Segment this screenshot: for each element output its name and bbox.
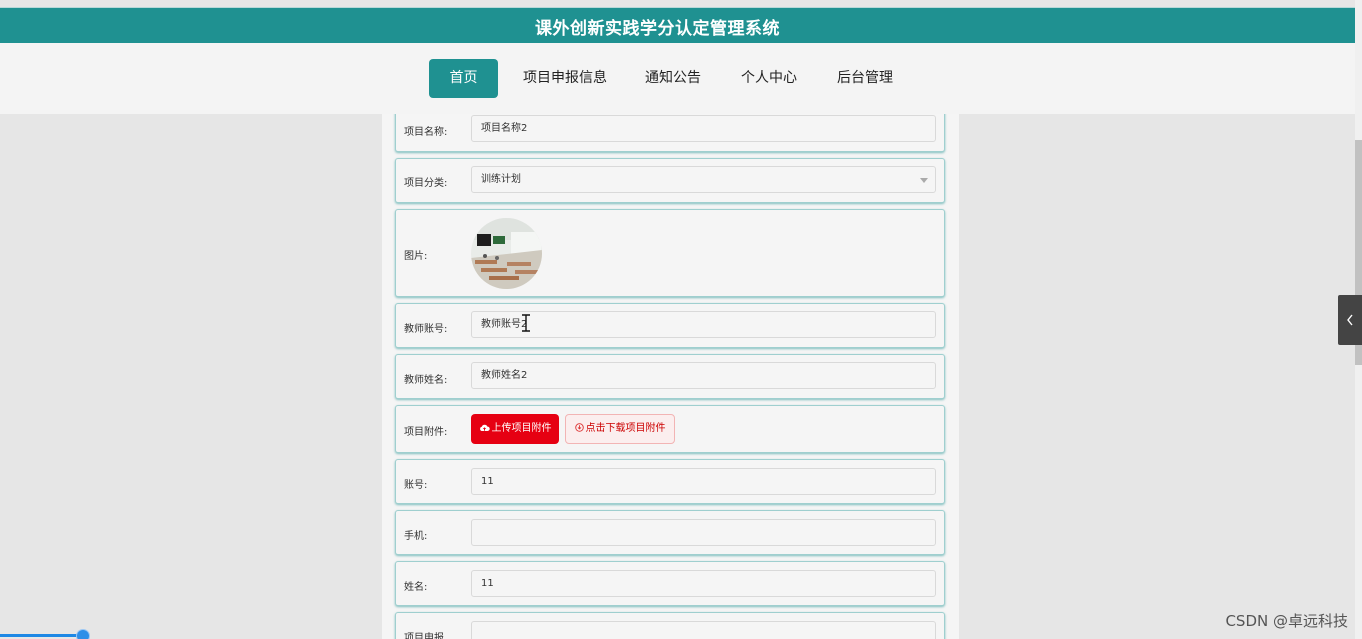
project-form: 项目名称: 项目名称2 项目分类: 训练计划 图片: 教师账号: 教师账号2 教… [382, 114, 959, 639]
page: 课外创新实践学分认定管理系统 首页 项目申报信息 通知公告 个人中心 后台管理 … [0, 0, 1362, 639]
nav-project-report[interactable]: 项目申报信息 [523, 59, 607, 98]
name-input[interactable]: 11 [471, 570, 936, 597]
form-row-image: 图片: [395, 209, 945, 297]
image-label: 图片: [404, 251, 428, 262]
form-row-phone: 手机: [395, 510, 945, 555]
form-row-attachment: 项目附件: 上传项目附件 点击下载项目附件 [395, 405, 945, 453]
progress-handle[interactable] [76, 629, 90, 639]
nav-admin[interactable]: 后台管理 [837, 59, 893, 98]
app-header: 课外创新实践学分认定管理系统 [0, 7, 1355, 44]
teacher-account-label: 教师账号: [404, 324, 448, 335]
form-row-account: 账号: 11 [395, 459, 945, 504]
chevron-down-icon [920, 178, 928, 183]
project-category-value: 训练计划 [481, 174, 521, 185]
nav-personal-center[interactable]: 个人中心 [741, 59, 797, 98]
name-label: 姓名: [404, 582, 428, 593]
project-name-label: 项目名称: [404, 127, 448, 138]
download-icon [574, 423, 584, 432]
main-nav: 首页 项目申报信息 通知公告 个人中心 后台管理 [0, 43, 1355, 114]
attachment-label: 项目附件: [404, 427, 448, 438]
account-input[interactable]: 11 [471, 468, 936, 495]
form-row-teacher-account: 教师账号: 教师账号2 [395, 303, 945, 348]
phone-input[interactable] [471, 519, 936, 546]
nav-notice[interactable]: 通知公告 [645, 59, 701, 98]
project-category-label: 项目分类: [404, 178, 448, 189]
teacher-account-input[interactable]: 教师账号2 [471, 311, 936, 338]
project-image[interactable] [471, 218, 542, 289]
form-row-project-name: 项目名称: 项目名称2 [395, 114, 945, 152]
teacher-name-label: 教师姓名: [404, 375, 448, 386]
account-label: 账号: [404, 480, 428, 491]
download-attachment-button[interactable]: 点击下载项目附件 [565, 414, 675, 444]
cloud-upload-icon [479, 424, 490, 431]
progress-bar [0, 634, 84, 637]
form-row-name: 姓名: 11 [395, 561, 945, 606]
watermark: CSDN @卓远科技 [1225, 612, 1348, 630]
download-attachment-label: 点击下载项目附件 [585, 423, 666, 434]
project-category-select[interactable]: 训练计划 [471, 166, 936, 193]
chevron-left-icon [1347, 314, 1353, 326]
app-title: 课外创新实践学分认定管理系统 [535, 18, 780, 39]
upload-attachment-label: 上传项目附件 [491, 423, 552, 434]
teacher-name-input[interactable]: 教师姓名2 [471, 362, 936, 389]
project-report-input[interactable] [471, 621, 936, 639]
side-panel-toggle[interactable] [1338, 295, 1362, 345]
classroom-photo-icon [471, 218, 542, 289]
text-cursor-icon [522, 314, 530, 332]
form-row-teacher-name: 教师姓名: 教师姓名2 [395, 354, 945, 399]
project-name-input[interactable]: 项目名称2 [471, 115, 936, 142]
form-row-project-category: 项目分类: 训练计划 [395, 158, 945, 203]
phone-label: 手机: [404, 531, 428, 542]
form-row-project-report: 项目申报 [395, 612, 945, 639]
nav-home[interactable]: 首页 [429, 59, 498, 98]
upload-attachment-button[interactable]: 上传项目附件 [471, 414, 559, 444]
project-report-label: 项目申报 [404, 633, 444, 639]
